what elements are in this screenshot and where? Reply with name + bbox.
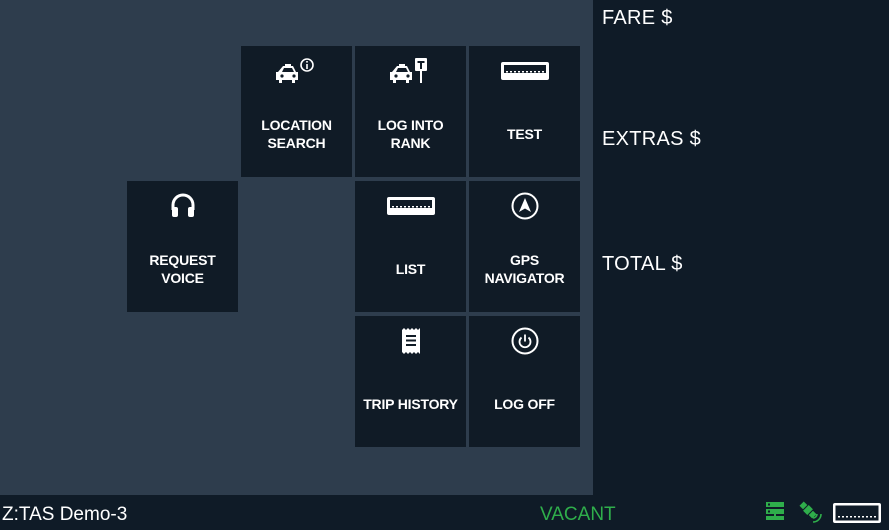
log-into-rank-button[interactable]: LOG INTO RANK (355, 46, 466, 177)
test-button[interactable]: TEST (469, 46, 580, 177)
tile-label: LOG OFF (494, 396, 555, 412)
taxi-rank-icon (355, 56, 466, 86)
meter-icon (832, 502, 882, 529)
tile-label: GPS NAVIGATOR (484, 252, 565, 286)
total-label: TOTAL $ (602, 253, 683, 275)
power-icon (469, 326, 580, 356)
headset-icon (127, 191, 238, 221)
vacant-status: VACANT (540, 504, 616, 525)
main-menu-area: LOCATION SEARCH LOG INTO RANK TEST REQUE… (0, 0, 593, 495)
taxi-info-icon (241, 56, 352, 86)
log-off-button[interactable]: LOG OFF (469, 316, 580, 447)
tile-label: LOG INTO RANK (377, 117, 444, 151)
gps-navigator-button[interactable]: GPS NAVIGATOR (469, 181, 580, 312)
trip-history-button[interactable]: TRIP HISTORY (355, 316, 466, 447)
navigation-arrow-icon (469, 191, 580, 221)
extras-label: EXTRAS $ (602, 128, 702, 150)
list-button[interactable]: LIST (355, 181, 466, 312)
request-voice-button[interactable]: REQUEST VOICE (127, 181, 238, 312)
device-name: Z:TAS Demo-3 (2, 504, 128, 525)
meter-icon (355, 191, 466, 221)
meter-icon (469, 56, 580, 86)
tile-label: LOCATION SEARCH (261, 117, 332, 151)
tile-label: REQUEST VOICE (149, 252, 216, 286)
status-bar: Z:TAS Demo-3 VACANT (0, 495, 889, 530)
tile-label: LIST (395, 261, 426, 277)
tile-label: TEST (507, 126, 542, 142)
fare-panel: FARE $ EXTRAS $ TOTAL $ (593, 0, 889, 495)
server-icon (765, 501, 785, 526)
location-search-button[interactable]: LOCATION SEARCH (241, 46, 352, 177)
tile-label: TRIP HISTORY (363, 396, 458, 412)
satellite-icon (796, 499, 822, 528)
receipt-icon (355, 326, 466, 356)
fare-label: FARE $ (602, 7, 673, 29)
